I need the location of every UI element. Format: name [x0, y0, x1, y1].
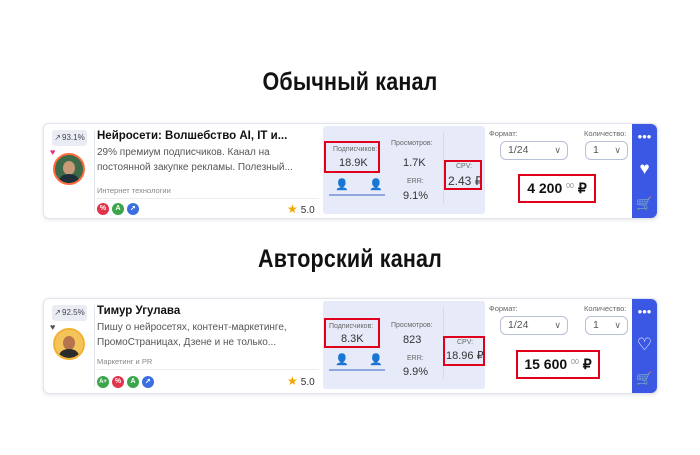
avatar[interactable] — [53, 153, 85, 185]
divider — [94, 130, 95, 212]
avatar-body — [59, 174, 79, 183]
rate-badge: ↗92.5% — [52, 305, 87, 321]
price-value: 4 200 — [527, 180, 563, 196]
tag-a-plus-icon: A+ — [97, 376, 109, 388]
price: 15 600 00 ₽ — [516, 350, 600, 379]
rate-badge: ↗93.1% — [52, 130, 87, 146]
female-icon: 👤 — [369, 354, 383, 366]
quantity-value: 1 — [593, 144, 599, 156]
quantity-select[interactable]: 1 ∨ — [585, 141, 628, 160]
quantity-select[interactable]: 1 ∨ — [585, 316, 628, 335]
gender-bar — [329, 194, 385, 196]
heart-badge-icon: ♥ — [50, 147, 56, 157]
arrow-up-icon: ↗ — [54, 308, 61, 317]
add-to-cart-icon[interactable]: 🛒 — [632, 196, 657, 212]
tags: % A ➚ — [97, 203, 139, 215]
err-value: 9.1% — [403, 190, 429, 202]
err-label: ERR: — [407, 178, 424, 185]
rating: ★ 5.0 — [287, 374, 315, 388]
tag-rocket-icon: ➚ — [127, 203, 139, 215]
rating-value: 5.0 — [300, 377, 315, 388]
divider — [97, 198, 319, 199]
views-label: Просмотров: — [391, 140, 433, 147]
views-value: 823 — [403, 334, 422, 346]
currency: ₽ — [577, 180, 587, 196]
audience-gender: 👤 👤 — [329, 178, 385, 200]
more-icon[interactable]: ••• — [632, 129, 657, 144]
tags: A+ % A ➚ — [97, 376, 154, 388]
rate-value: 92.5% — [62, 308, 85, 317]
channel-title[interactable]: Нейросети: Волшебство AI, IT и... — [97, 130, 287, 142]
avatar-body — [59, 349, 79, 358]
avatar-face — [63, 161, 75, 175]
arrow-up-icon: ↗ — [54, 133, 61, 142]
section-title-author: Авторский канал — [257, 245, 442, 273]
action-sidebar: ••• ♡ 🛒 — [632, 299, 657, 393]
quantity-value: 1 — [593, 319, 599, 331]
male-icon: 👤 — [335, 179, 349, 191]
price: 4 200 00 ₽ — [518, 174, 596, 203]
gender-bar — [329, 369, 385, 371]
format-value: 1/24 — [508, 144, 529, 156]
tag-a-icon: A — [127, 376, 139, 388]
heart-badge-icon: ♥ — [50, 322, 56, 332]
action-sidebar: ••• ♥ 🛒 — [632, 124, 657, 218]
price-cents: 00 — [566, 183, 574, 190]
tag-percent-icon: % — [97, 203, 109, 215]
channel-description: 29% премиум подписчиков. Канал на постоя… — [97, 147, 293, 173]
channel-title[interactable]: Тимур Угулава — [97, 305, 180, 317]
chevron-down-icon: ∨ — [554, 320, 561, 330]
rating: ★ 5.0 — [287, 202, 315, 216]
views-label: Просмотров: — [391, 322, 433, 329]
rate-value: 93.1% — [62, 133, 85, 142]
views-value: 1.7K — [403, 157, 426, 169]
male-icon: 👤 — [335, 354, 349, 366]
err-label: ERR: — [407, 355, 424, 362]
tag-rocket-icon: ➚ — [142, 376, 154, 388]
divider — [97, 369, 319, 370]
divider — [94, 305, 95, 387]
stats-panel: Подписчиков: 18.9K Просмотров: 1.7K ERR:… — [323, 126, 485, 214]
currency: ₽ — [582, 356, 592, 372]
format-select[interactable]: 1/24 ∨ — [500, 316, 568, 335]
heart-icon[interactable]: ♡ — [632, 335, 657, 355]
highlight-box — [444, 160, 482, 190]
stats-panel: Подписчиков: 8.3K Просмотров: 823 ERR: 9… — [323, 301, 485, 389]
quantity-label: Количество: — [584, 304, 627, 313]
price-cents: 00 — [571, 359, 579, 366]
channel-description: Пишу о нейросетях, контент-маркетинге, П… — [97, 322, 287, 348]
section-title-regular: Обычный канал — [262, 68, 438, 96]
avatar-face — [63, 336, 75, 350]
channel-card-2[interactable]: ↗92.5% ♥ Тимур Угулава Пишу о нейросетях… — [43, 298, 658, 394]
audience-gender: 👤 👤 — [329, 353, 385, 375]
avatar[interactable] — [53, 328, 85, 360]
chevron-down-icon: ∨ — [614, 320, 621, 330]
format-select[interactable]: 1/24 ∨ — [500, 141, 568, 160]
star-icon: ★ — [287, 374, 298, 388]
star-icon: ★ — [287, 202, 298, 216]
highlight-box — [443, 336, 485, 366]
highlight-box — [324, 318, 380, 348]
heart-icon[interactable]: ♥ — [632, 159, 657, 179]
female-icon: 👤 — [369, 179, 383, 191]
format-value: 1/24 — [508, 319, 529, 331]
format-label: Формат: — [489, 129, 518, 138]
err-value: 9.9% — [403, 366, 429, 378]
channel-category[interactable]: Интернет технологии — [97, 186, 171, 195]
add-to-cart-icon[interactable]: 🛒 — [632, 371, 657, 387]
tag-percent-icon: % — [112, 376, 124, 388]
more-icon[interactable]: ••• — [632, 304, 657, 319]
channel-card-1[interactable]: ↗93.1% ♥ Нейросети: Волшебство AI, IT и.… — [43, 123, 658, 219]
chevron-down-icon: ∨ — [554, 145, 561, 155]
channel-category[interactable]: Маркетинг и PR — [97, 357, 152, 366]
chevron-down-icon: ∨ — [614, 145, 621, 155]
tag-a-icon: A — [112, 203, 124, 215]
format-label: Формат: — [489, 304, 518, 313]
rating-value: 5.0 — [300, 205, 315, 216]
highlight-box — [324, 141, 380, 173]
price-value: 15 600 — [524, 356, 568, 372]
quantity-label: Количество: — [584, 129, 627, 138]
